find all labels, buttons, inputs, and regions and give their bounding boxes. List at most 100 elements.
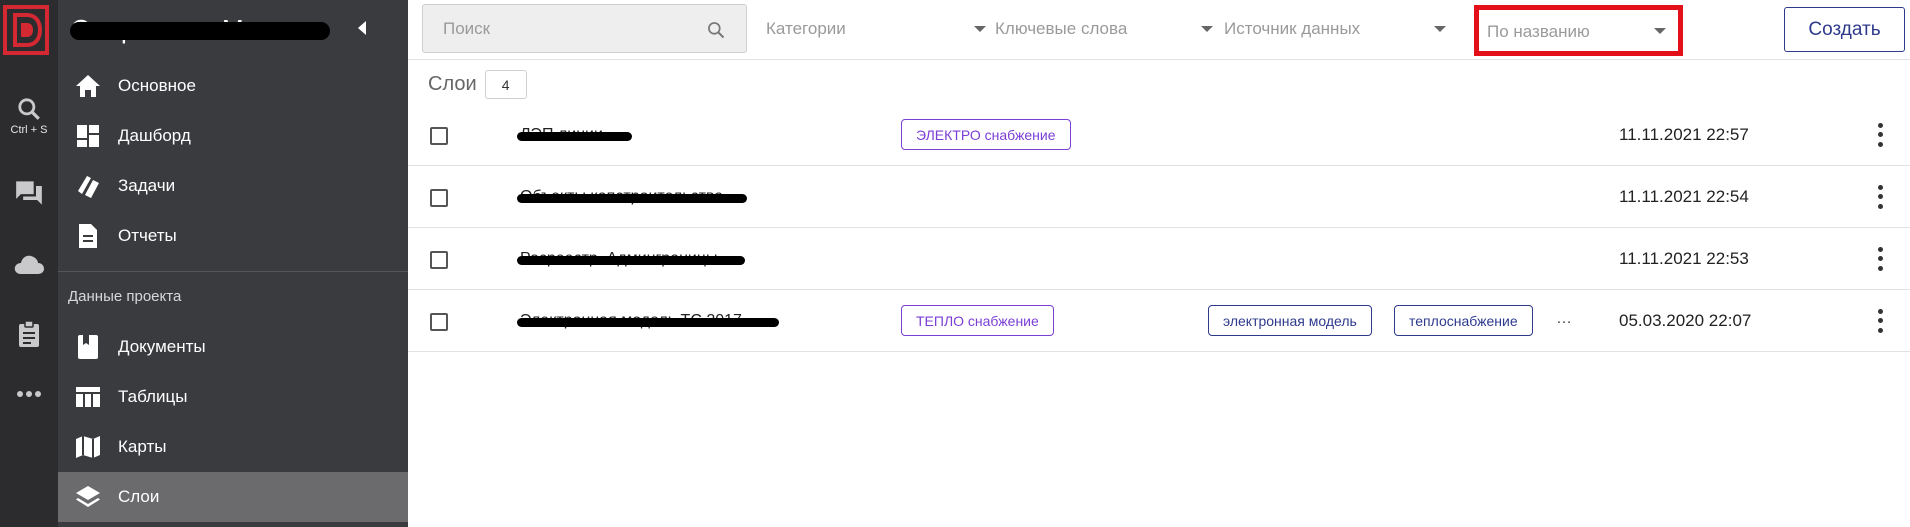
logo-icon [13, 13, 43, 47]
cloud-icon [14, 255, 44, 274]
home-icon [74, 72, 102, 100]
redaction-mark [517, 194, 747, 203]
row-checkbox[interactable] [430, 127, 448, 145]
sidebar-item-label: Таблицы [118, 387, 188, 406]
sidebar-item-label: Отчеты [118, 226, 177, 245]
dot [1877, 265, 1883, 271]
sort-value: По названию [1487, 22, 1590, 41]
sidebar-item-label: Задачи [118, 176, 176, 195]
sidebar-item-documents[interactable]: Документы [58, 322, 408, 372]
sort-dropdown[interactable]: По названию [1474, 5, 1683, 56]
dot [1877, 141, 1883, 147]
rail-clipboard[interactable] [0, 320, 58, 348]
chevron-down-icon [1654, 28, 1666, 34]
sidebar-item-tables[interactable]: Таблицы [58, 372, 408, 422]
report-icon [74, 222, 102, 250]
row-checkbox[interactable] [430, 313, 448, 331]
sidebar-item-main[interactable]: Основное [58, 61, 408, 111]
table-row[interactable]: ЛЭП линии ЭЛЕКТРО снабжение 11.11.2021 2… [408, 104, 1910, 166]
more-horizontal-icon [17, 391, 41, 397]
rail-search[interactable]: Ctrl + S [0, 96, 58, 136]
toolbar: Категории Ключевые слова Источник данных… [408, 0, 1910, 60]
sidebar-item-label: Основное [118, 76, 196, 95]
row-menu-button[interactable] [1868, 121, 1892, 149]
dot [1877, 132, 1883, 138]
collapse-sidebar-button[interactable] [358, 21, 366, 35]
dot [1877, 309, 1883, 315]
sidebar-item-layers[interactable]: Слои [58, 472, 408, 522]
search-icon [18, 98, 40, 120]
sidebar-item-maps[interactable]: Карты [58, 422, 408, 472]
categories-dropdown[interactable]: Категории [766, 4, 986, 53]
table-row[interactable]: Объекты капстроительства 11.11.2021 22:5… [408, 166, 1910, 228]
rail-chat[interactable] [0, 180, 58, 206]
page-title: Слои [428, 73, 477, 95]
updated-date: 05.03.2020 22:07 [1619, 311, 1752, 330]
keywords-dropdown[interactable]: Ключевые слова [995, 4, 1213, 53]
sidebar-item-tasks[interactable]: Задачи [58, 161, 408, 211]
dropdown-label: Источник данных [1224, 18, 1361, 38]
chevron-down-icon [1434, 26, 1446, 32]
sidebar-divider [58, 271, 408, 272]
search-input[interactable] [423, 5, 693, 52]
create-button[interactable]: Создать [1784, 7, 1905, 52]
category-tag[interactable]: ТЕПЛО снабжение [901, 305, 1054, 336]
sidebar-item-reports[interactable]: Отчеты [58, 211, 408, 261]
updated-date: 11.11.2021 22:53 [1619, 249, 1749, 268]
sidebar-item-label: Слои [118, 487, 160, 506]
dropdown-label: Ключевые слова [995, 18, 1128, 38]
dot [1877, 256, 1883, 262]
chevron-down-icon [974, 26, 986, 32]
redaction-mark [517, 256, 745, 265]
dropdown-label: Категории [766, 18, 846, 38]
row-menu-button[interactable] [1868, 245, 1892, 273]
table-row[interactable]: Электронная модель ТС 2017 ТЕПЛО снабжен… [408, 290, 1910, 352]
chat-icon [16, 181, 42, 205]
sidebar-item-label: Документы [118, 337, 206, 356]
row-menu-button[interactable] [1868, 307, 1892, 335]
redaction-mark [70, 22, 330, 40]
app-logo[interactable] [3, 5, 49, 55]
sidebar-header: Энергетика Москвы [58, 0, 408, 60]
main-content: Категории Ключевые слова Источник данных… [408, 0, 1910, 527]
category-tag[interactable]: ЭЛЕКТРО снабжение [901, 119, 1071, 150]
app-window: Ctrl + S Основное Дашборд Задачи Отчеты … [0, 0, 1910, 527]
icon-rail: Ctrl + S [0, 0, 58, 527]
layers-icon [74, 483, 102, 511]
table-row[interactable]: Росреестр. Админграницы 11.11.2021 22:53 [408, 228, 1910, 290]
more-keywords-indicator[interactable]: … [1556, 310, 1572, 328]
sidebar-item-label: Дашборд [118, 126, 191, 145]
dot [1877, 123, 1883, 129]
chevron-down-icon [1201, 26, 1213, 32]
sidebar-item-dashboard[interactable]: Дашборд [58, 111, 408, 161]
redaction-mark [517, 318, 779, 327]
dot [1877, 247, 1883, 253]
dot [1877, 194, 1883, 200]
sidebar: Энергетика Москвы Основное Дашборд Задач… [58, 0, 408, 527]
data-source-dropdown[interactable]: Источник данных [1224, 4, 1446, 53]
map-icon [74, 433, 102, 461]
layers-header: Слои 4 [428, 70, 527, 99]
row-checkbox[interactable] [430, 189, 448, 207]
dot [1877, 203, 1883, 209]
rail-more[interactable] [0, 390, 58, 398]
section-label: Данные проекта [68, 288, 182, 305]
document-icon [74, 333, 102, 361]
sidebar-item-label: Карты [118, 437, 167, 456]
row-checkbox[interactable] [430, 251, 448, 269]
rail-cloud[interactable] [0, 253, 58, 275]
updated-date: 11.11.2021 22:54 [1619, 187, 1749, 206]
clipboard-icon [19, 320, 39, 347]
dot [1877, 327, 1883, 333]
dashboard-icon [74, 122, 102, 150]
dot [1877, 318, 1883, 324]
keyword-tag[interactable]: электронная модель [1208, 305, 1372, 336]
search-icon[interactable] [706, 20, 726, 40]
keyword-tag[interactable]: теплоснабжение [1394, 305, 1533, 336]
table-icon [74, 383, 102, 411]
tasks-icon [74, 172, 102, 200]
dot [1877, 185, 1883, 191]
row-menu-button[interactable] [1868, 183, 1892, 211]
layers-count-badge: 4 [484, 70, 527, 99]
redaction-mark [517, 132, 632, 141]
